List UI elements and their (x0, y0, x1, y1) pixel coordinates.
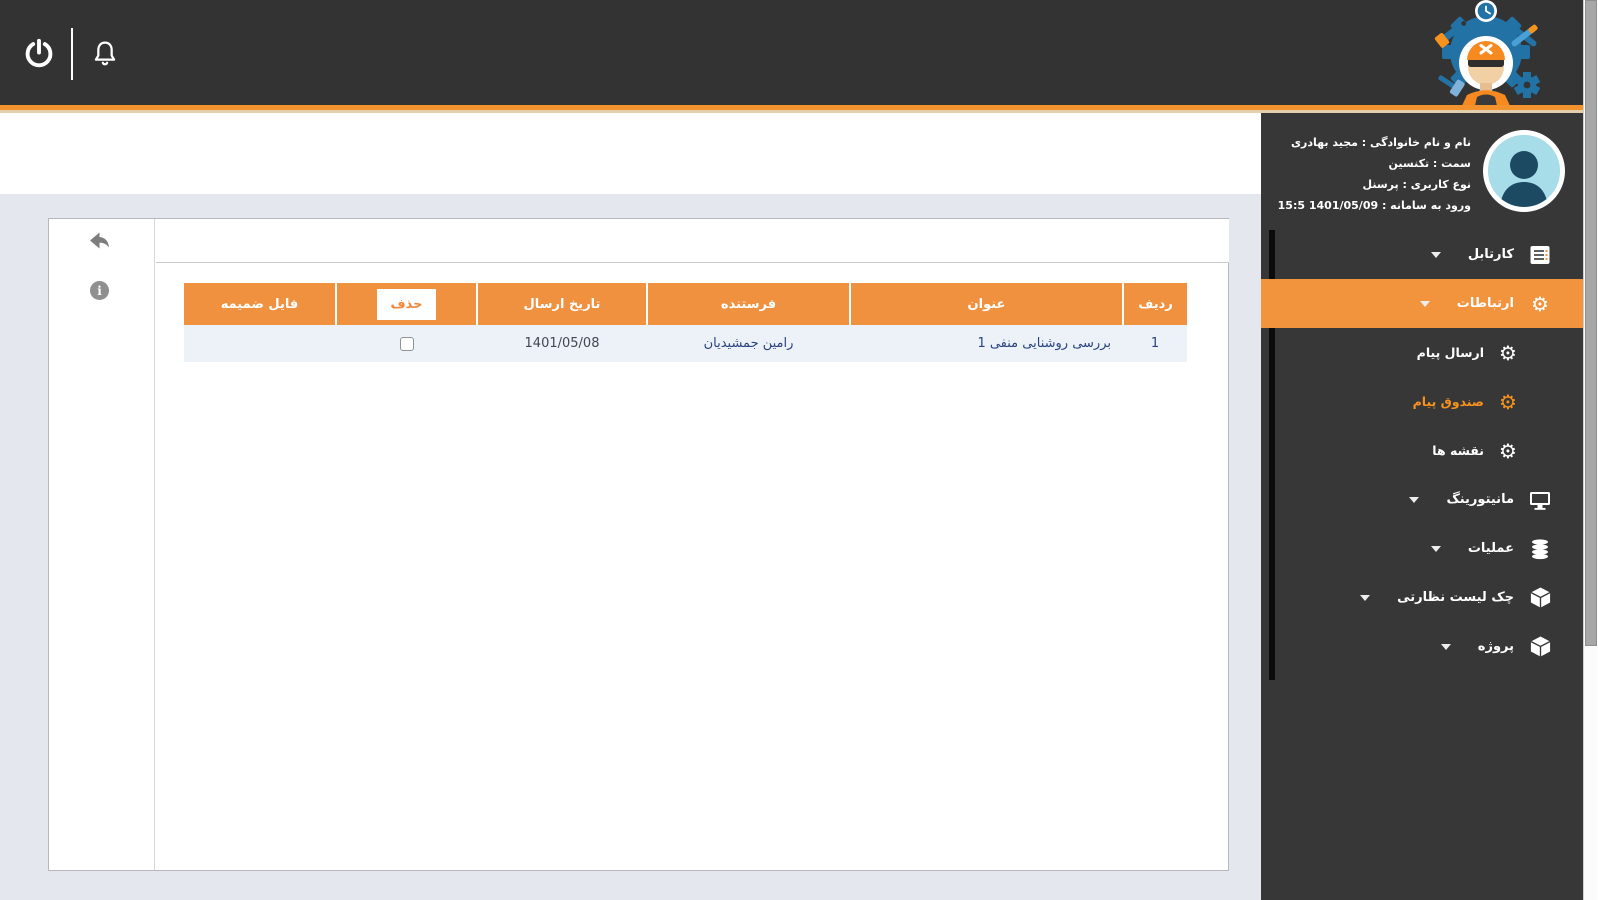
user-position: سمت : تکنسین (1389, 157, 1473, 170)
sidebar-item-label: چک لیست نظارتی (1398, 590, 1515, 605)
sidebar-item-label: کارتابل (1468, 247, 1515, 262)
sidebar-item-label: پروژه (1478, 639, 1515, 654)
topbar-actions (18, 26, 128, 82)
gear-icon: ⚙ (1500, 389, 1518, 414)
user-type: نوع کاربری : پرسنل (1363, 178, 1472, 191)
sidebar-menu: کارتابل ⚙ ارتباطات ⚙ ارسال پیام ⚙ صندوق … (1262, 230, 1584, 671)
gear-icon: ⚙ (1500, 340, 1518, 365)
breadcrumb-band (0, 116, 1262, 194)
column-header-sender: فرستنده (647, 283, 851, 325)
sidebar-item-send-message[interactable]: ⚙ ارسال پیام (1262, 328, 1584, 377)
sidebar-item-label: ارسال پیام (1417, 345, 1485, 360)
accent-strip (0, 105, 1598, 113)
avatar (1484, 130, 1566, 212)
sidebar-item-label: صندوق پیام (1413, 394, 1485, 409)
cube-icon (1528, 586, 1554, 609)
user-info-panel: نام و نام خانوادگی : مجید بهادری سمت : ت… (1262, 113, 1584, 230)
sidebar-item-label: نقشه ها (1433, 443, 1485, 458)
messages-table-wrap: ردیف عنوان فرستنده تاریخ ارسال حذف فایل … (185, 283, 1188, 362)
topbar-divider (72, 28, 74, 80)
cartable-list-icon (1528, 244, 1554, 266)
communications-submenu: ⚙ ارسال پیام ⚙ صندوق پیام ⚙ نقشه ها (1262, 328, 1584, 475)
delete-button[interactable]: حذف (377, 288, 438, 320)
sidebar-item-label: عملیات (1468, 541, 1515, 556)
sidebar: نام و نام خانوادگی : مجید بهادری سمت : ت… (1262, 113, 1584, 900)
sidebar-item-label: مانیتورینگ (1447, 492, 1515, 507)
sidebar-item-supervisory-checklist[interactable]: چک لیست نظارتی (1262, 573, 1584, 622)
page-scrollbar-thumb[interactable] (1586, 0, 1598, 646)
user-info-lines: نام و نام خانوادگی : مجید بهادری سمت : ت… (1279, 129, 1472, 216)
sidebar-item-message-inbox[interactable]: ⚙ صندوق پیام (1262, 377, 1584, 426)
technician-gear-mascot-logo (1428, 0, 1546, 106)
power-icon[interactable] (18, 32, 62, 76)
notification-bell-icon[interactable] (84, 32, 128, 76)
sidebar-item-communications[interactable]: ⚙ ارتباطات (1262, 279, 1584, 328)
table-toolbar (157, 219, 1230, 263)
cell-attachment (185, 325, 337, 362)
delete-checkbox[interactable] (400, 336, 415, 351)
message-list-card: i ردیف عنوان فرستنده تاریخ ارسال حذف فای… (49, 218, 1230, 871)
gear-icon: ⚙ (1500, 438, 1518, 463)
cell-row-number: 1 (1124, 325, 1188, 362)
column-header-title: عنوان (850, 283, 1124, 325)
back-arrow-icon[interactable] (87, 230, 113, 254)
chevron-down-icon (1431, 545, 1442, 552)
chevron-down-icon (1431, 251, 1442, 258)
topbar (0, 0, 1598, 105)
monitor-icon (1528, 489, 1554, 511)
sidebar-item-operations[interactable]: عملیات (1262, 524, 1584, 573)
cell-message-title[interactable]: بررسی روشنایی منفی 1 (851, 325, 1124, 362)
sidebar-item-project[interactable]: پروژه (1262, 622, 1584, 671)
sidebar-item-label: ارتباطات (1457, 296, 1515, 311)
info-circle-icon[interactable]: i (91, 281, 110, 300)
cube-icon (1528, 635, 1554, 658)
messages-table: ردیف عنوان فرستنده تاریخ ارسال حذف فایل … (185, 283, 1188, 362)
sidebar-item-maps[interactable]: ⚙ نقشه ها (1262, 426, 1584, 475)
cell-delete (337, 325, 478, 362)
column-header-send-date: تاریخ ارسال (477, 283, 648, 325)
sidebar-item-monitoring[interactable]: مانیتورینگ (1262, 475, 1584, 524)
page-scrollbar[interactable] (1584, 0, 1598, 900)
chevron-down-icon (1410, 496, 1421, 503)
sidebar-item-cartable[interactable]: کارتابل (1262, 230, 1584, 279)
chevron-down-icon (1441, 643, 1452, 650)
user-fullname: نام و نام خانوادگی : مجید بهادری (1291, 136, 1472, 149)
cell-sender: رامین جمشیدیان (648, 325, 851, 362)
column-header-row-number: ردیف (1123, 283, 1188, 325)
chevron-down-icon (1420, 300, 1431, 307)
chevron-down-icon (1361, 594, 1372, 601)
column-header-delete: حذف (336, 283, 478, 325)
gear-icon: ⚙ (1532, 291, 1550, 316)
user-login-time: ورود به سامانه : 1401/05/09 15:5 (1278, 199, 1472, 212)
cell-send-date: 1401/05/08 (478, 325, 648, 362)
table-row: 1 بررسی روشنایی منفی 1 رامین جمشیدیان 14… (185, 325, 1188, 362)
table-header-row: ردیف عنوان فرستنده تاریخ ارسال حذف فایل … (185, 283, 1188, 325)
column-header-attachment: فایل ضمیمه (185, 283, 337, 325)
main-content-region: ارتباطات صندوق پیام لیست i (0, 116, 1262, 900)
database-icon (1528, 538, 1554, 560)
card-side-toolbar: i (50, 219, 156, 870)
